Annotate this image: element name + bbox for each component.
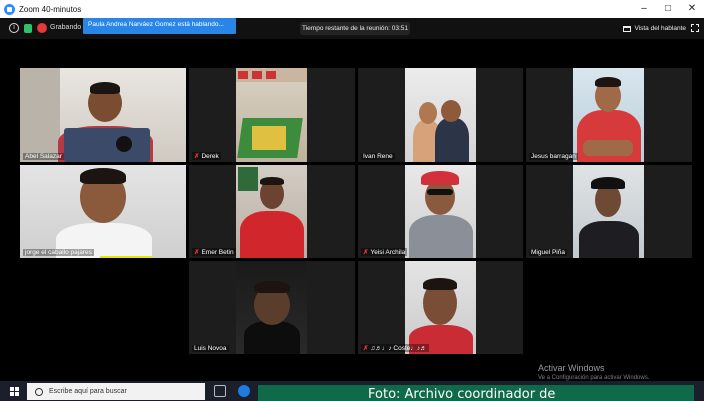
participant-tile[interactable]: ✗ Derek xyxy=(189,68,355,162)
fullscreen-icon[interactable] xyxy=(691,24,699,32)
participant-name-text: Emer Betin xyxy=(201,249,234,256)
recording-label: Grabando xyxy=(50,24,82,31)
activate-windows-title: Activar Windows xyxy=(538,363,605,373)
window-title: Zoom 40-minutos xyxy=(19,4,82,14)
lock-icon[interactable] xyxy=(24,24,32,33)
participant-name: Abel Salazar xyxy=(23,153,64,160)
participant-video xyxy=(405,261,476,354)
participant-video xyxy=(573,68,644,162)
participant-video xyxy=(20,68,186,162)
participant-name: ✗ ♫♬♩♪ Coste♩♪♬ xyxy=(361,344,429,352)
participant-tile[interactable]: Abel Salazar xyxy=(20,68,186,162)
participant-name: ✗ Yeisi Archila xyxy=(361,248,408,256)
participant-tile[interactable]: Miguel Piña xyxy=(526,165,692,258)
participant-video xyxy=(236,261,307,354)
photo-caption: Foto: Archivo coordinador de xyxy=(258,385,694,401)
participant-tile[interactable]: ✗ Emer Betin xyxy=(189,165,355,258)
participant-name-text: Yeisi Archila xyxy=(370,249,406,256)
participant-video xyxy=(405,68,476,162)
muted-mic-icon: ✗ xyxy=(194,249,200,256)
participant-tile[interactable]: ✗ ♫♬♩♪ Coste♩♪♬ xyxy=(358,261,523,354)
minimize-button[interactable]: – xyxy=(632,0,656,18)
participant-name-text: Derek xyxy=(201,153,219,160)
participant-video xyxy=(405,165,476,258)
close-button[interactable]: ✕ xyxy=(680,0,704,18)
windows-start-icon[interactable] xyxy=(10,387,19,396)
active-speaker-banner: Paula Andrea Narváez Gomez está hablando… xyxy=(83,18,236,34)
speaking-indicator xyxy=(100,256,152,258)
window-titlebar: Zoom 40-minutos – □ ✕ xyxy=(0,0,704,18)
participant-name: Ivan Rene xyxy=(361,153,395,160)
participant-name: Luis Novoa xyxy=(192,345,229,352)
participant-tile[interactable]: ✗ Yeisi Archila xyxy=(358,165,523,258)
zoom-logo-icon xyxy=(4,3,15,15)
maximize-button[interactable]: □ xyxy=(656,0,680,18)
info-icon[interactable]: i xyxy=(9,23,19,33)
edge-browser-icon[interactable] xyxy=(238,385,250,397)
task-view-icon[interactable] xyxy=(214,385,226,397)
search-placeholder: Escribe aquí para buscar xyxy=(49,388,127,395)
participant-video xyxy=(236,165,307,258)
zoom-meeting-screen: Zoom 40-minutos – □ ✕ i Grabando Paula A… xyxy=(0,0,704,401)
participant-name: Jesus barragan xyxy=(529,153,578,160)
participant-name: ✗ Derek xyxy=(192,152,221,160)
speaker-view-button[interactable]: Vista del hablante xyxy=(623,22,686,35)
speaker-view-icon xyxy=(623,25,632,32)
meeting-timer: Tiempo restante de la reunión: 03:51 xyxy=(300,22,410,35)
participant-tile[interactable]: Luis Novoa xyxy=(189,261,355,354)
participant-tile[interactable]: Ivan Rene xyxy=(358,68,523,162)
participant-tile[interactable]: jorge el caballo pajares xyxy=(20,165,186,258)
muted-mic-icon: ✗ xyxy=(363,345,369,352)
participant-name: Miguel Piña xyxy=(529,249,567,256)
taskbar-search-box[interactable]: Escribe aquí para buscar xyxy=(27,383,205,400)
recording-icon xyxy=(37,23,47,33)
participant-name: jorge el caballo pajares xyxy=(23,249,94,256)
participant-name: ✗ Emer Betin xyxy=(192,248,236,256)
muted-mic-icon: ✗ xyxy=(194,153,200,160)
participant-video xyxy=(236,68,307,162)
participant-video xyxy=(573,165,644,258)
window-controls: – □ ✕ xyxy=(632,0,704,18)
search-icon xyxy=(35,387,43,396)
muted-mic-icon: ✗ xyxy=(363,249,369,256)
participant-name-text: ♫♬♩♪ Coste♩♪♬ xyxy=(370,345,427,352)
participant-video xyxy=(20,165,186,258)
participant-tile[interactable]: Jesus barragan xyxy=(526,68,692,162)
speaker-view-label: Vista del hablante xyxy=(634,25,686,32)
